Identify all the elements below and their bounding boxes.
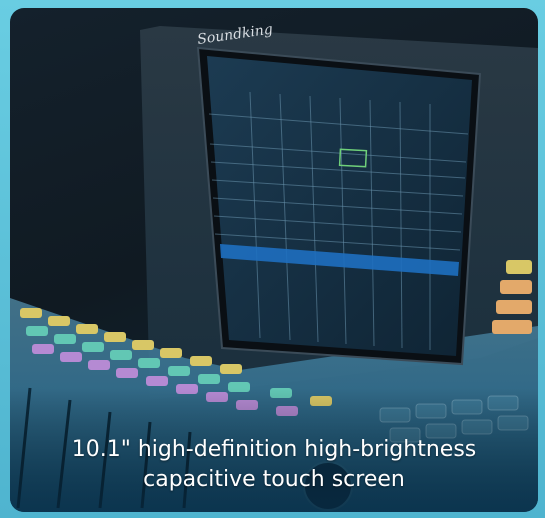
product-card: Soundking 10.1" high-definition high-bri… [10,8,538,512]
caption-line-2: capacitive touch screen [143,467,405,492]
background-frame: Soundking 10.1" high-definition high-bri… [0,0,545,518]
caption-line-1: 10.1" high-definition high-brightness [71,437,477,462]
